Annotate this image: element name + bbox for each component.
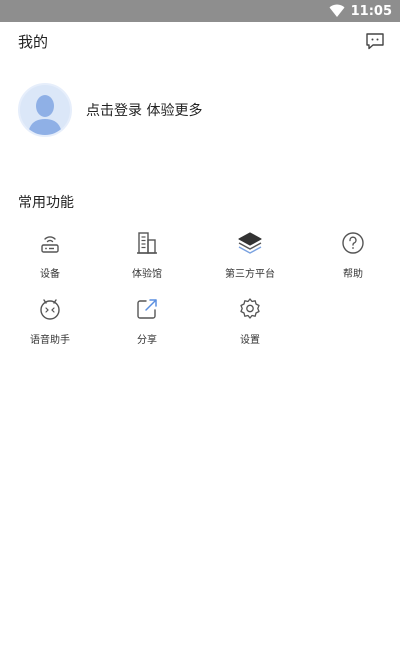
feature-voice-assistant[interactable]: 语音助手 [10, 296, 90, 352]
feature-device[interactable]: 设备 [10, 230, 90, 286]
feature-share[interactable]: 分享 [107, 296, 187, 352]
status-bar: 11:05 [0, 0, 400, 22]
robot-icon [40, 299, 60, 320]
feature-label: 设置 [240, 335, 260, 346]
feature-settings[interactable]: 设置 [210, 296, 290, 352]
settings-icon [240, 298, 260, 319]
feature-help[interactable]: 帮助 [313, 230, 393, 286]
page-title: 我的 [18, 33, 49, 51]
layers-icon [238, 232, 262, 254]
login-profile-card[interactable]: 点击登录 体验更多 [18, 82, 318, 138]
feature-label: 体验馆 [132, 269, 162, 280]
feature-label: 分享 [137, 335, 157, 346]
feature-label: 帮助 [343, 269, 363, 280]
login-prompt[interactable]: 点击登录 体验更多 [86, 100, 202, 120]
header: 我的 [0, 22, 400, 60]
share-icon [137, 299, 157, 319]
section-title-common-features: 常用功能 [18, 195, 74, 211]
avatar[interactable] [18, 83, 72, 137]
wifi-icon [329, 4, 345, 17]
default-avatar-icon [20, 85, 70, 135]
message-icon[interactable] [364, 30, 386, 52]
feature-label: 语音助手 [30, 335, 70, 346]
feature-label: 第三方平台 [225, 269, 275, 280]
status-time: 11:05 [350, 3, 392, 19]
feature-label: 设备 [40, 269, 60, 280]
building-icon [137, 232, 157, 254]
feature-experience-hall[interactable]: 体验馆 [107, 230, 187, 286]
router-icon [41, 236, 59, 253]
feature-third-party-platform[interactable]: 第三方平台 [210, 230, 290, 286]
help-icon [342, 232, 364, 254]
